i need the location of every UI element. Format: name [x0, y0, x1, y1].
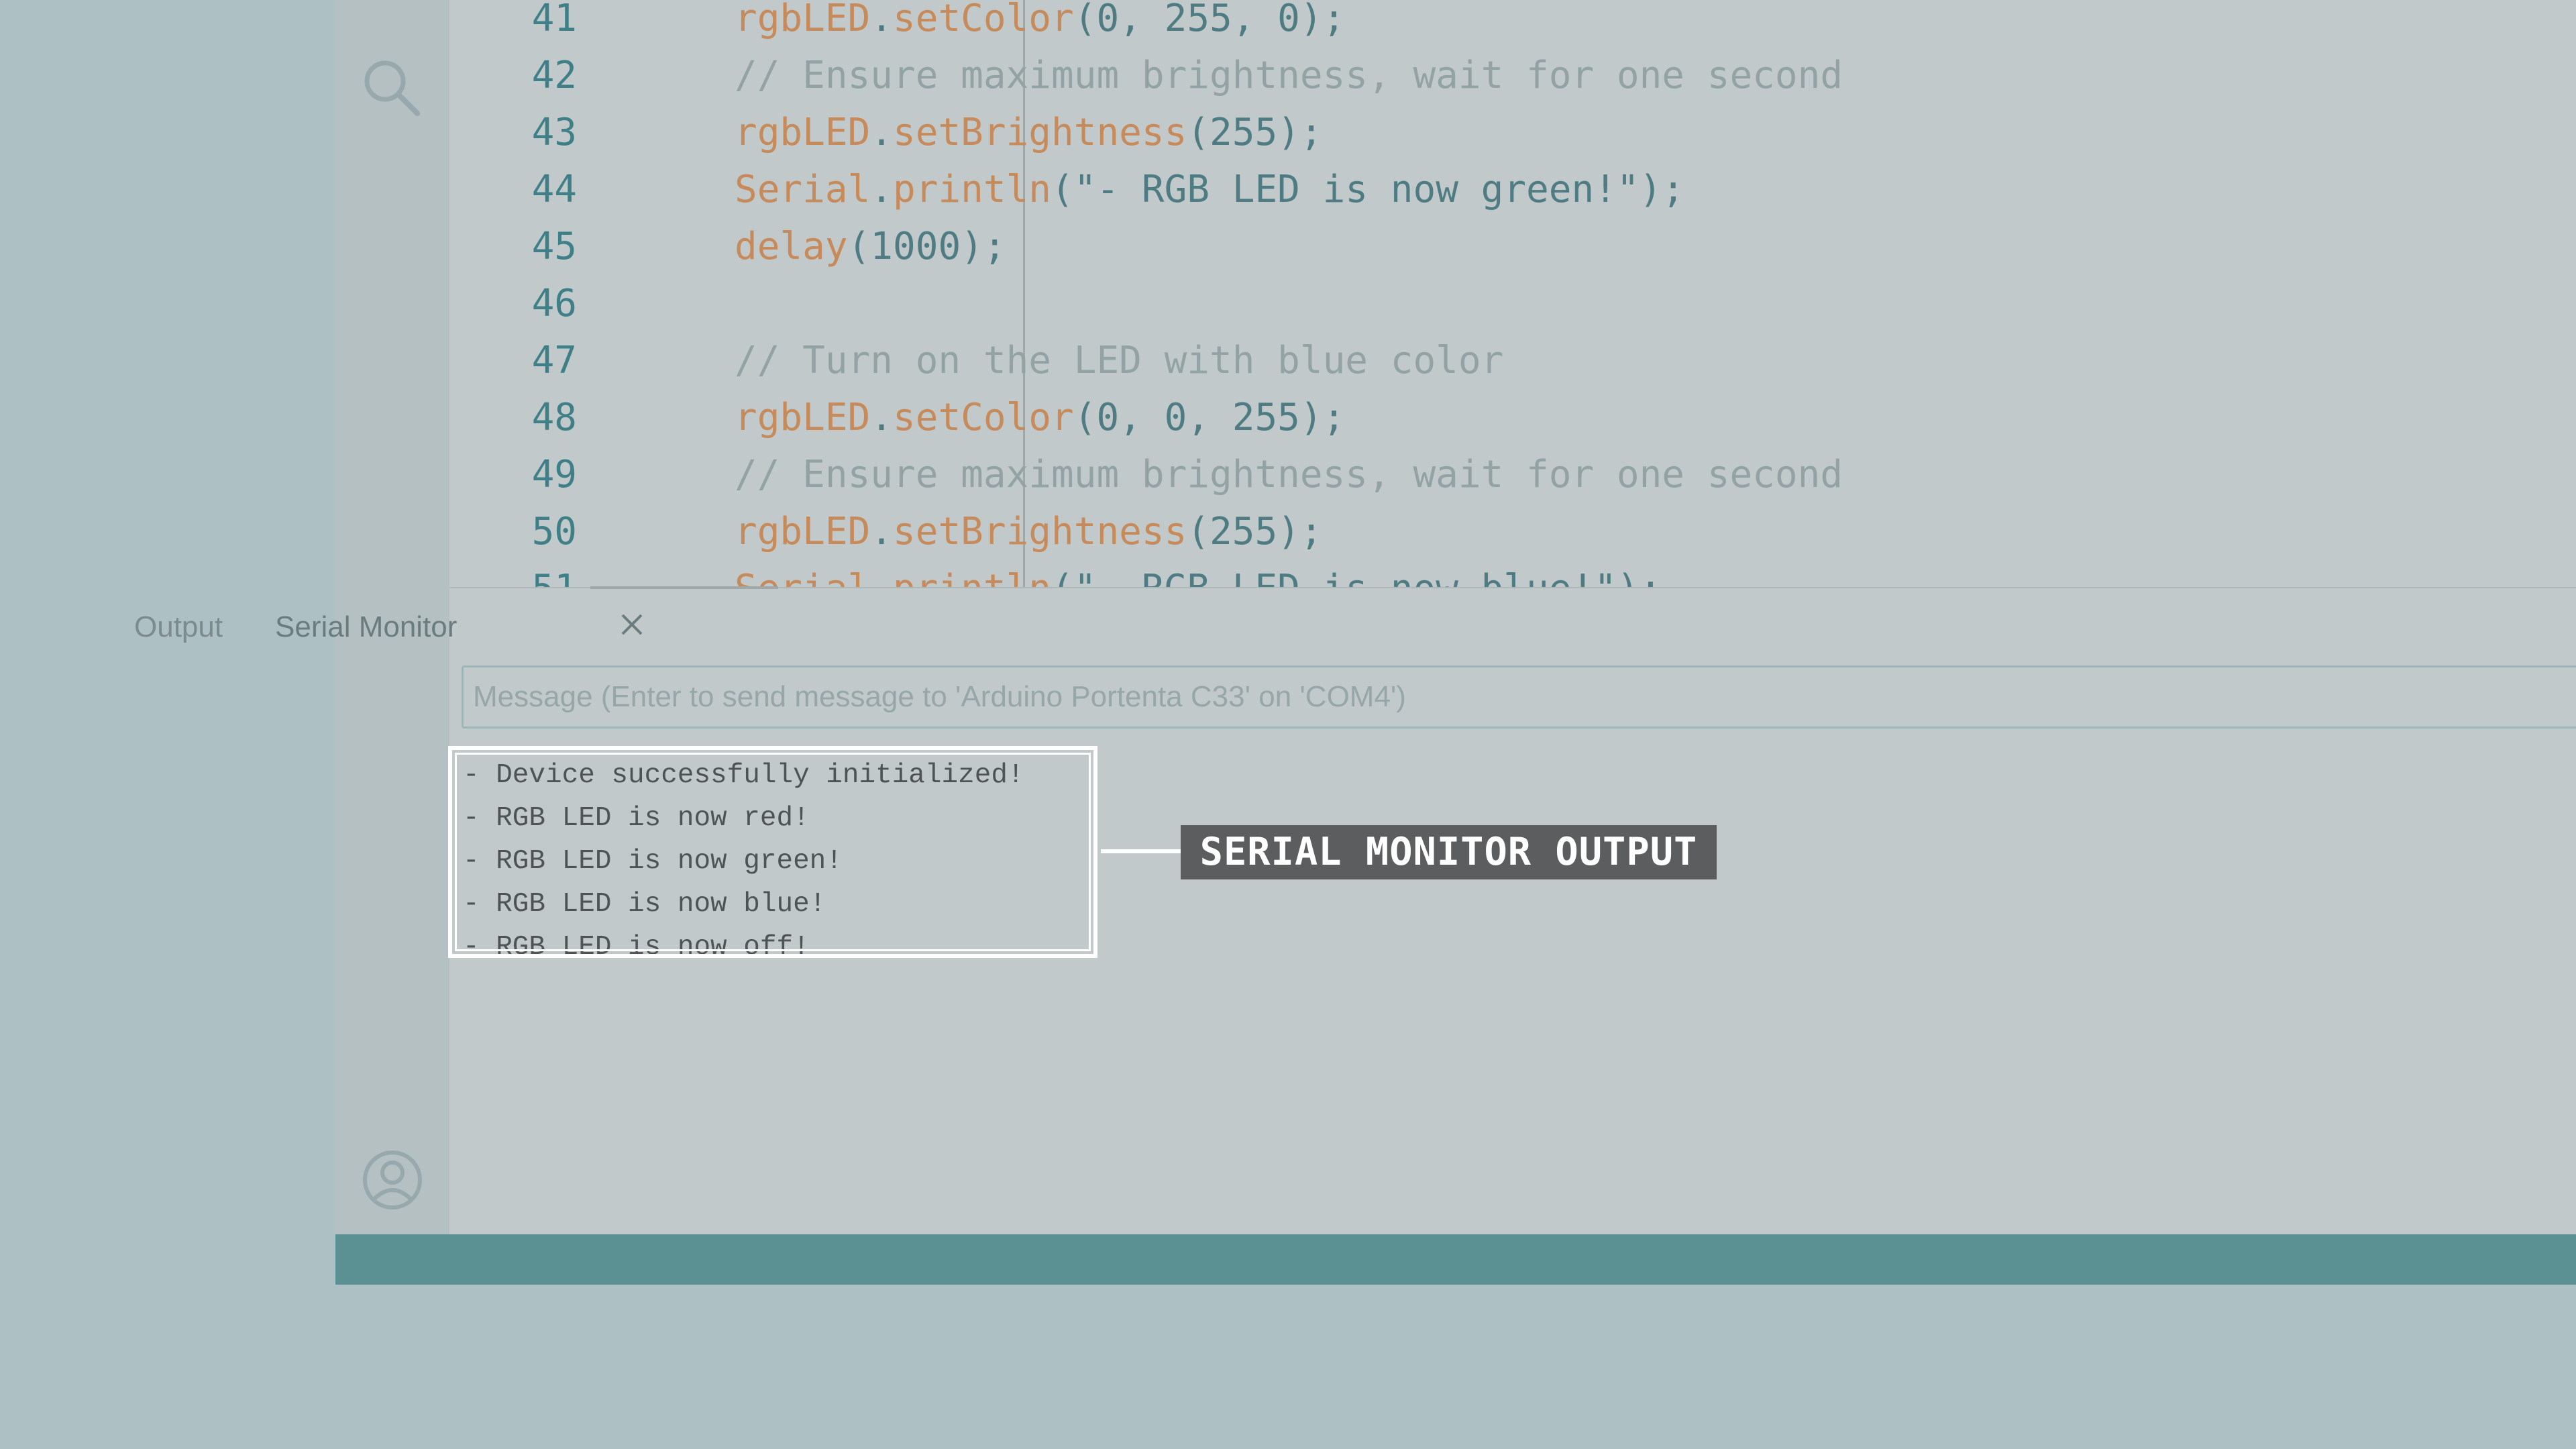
code-token: ); — [1639, 168, 1685, 211]
line-number: 51 — [449, 560, 577, 587]
code-token: ( — [1187, 510, 1210, 553]
code-editor[interactable]: 41 rgbLED.setColor(0, 255, 0); 42// Ensure… — [449, 0, 2576, 587]
code-token: . — [870, 111, 894, 154]
code-text: rgbLED.setColor(0, 255, 0); — [735, 0, 1345, 47]
serial-message-input[interactable] — [462, 665, 2576, 729]
line-number: 41 — [531, 0, 577, 40]
code-token: 255 — [1210, 111, 1278, 154]
line-number: 42 — [531, 54, 577, 97]
code-token: 0, 0, 255 — [1096, 396, 1300, 439]
code-text: rgbLED.setBrightness(255); — [735, 503, 1323, 560]
tab-serial-monitor[interactable]: Serial Monitor — [275, 607, 457, 647]
code-token: delay — [735, 225, 848, 268]
code-token: . — [870, 567, 893, 587]
search-icon[interactable] — [361, 57, 423, 122]
line-number: 44 — [531, 168, 577, 211]
code-token: ); — [1299, 396, 1346, 439]
serial-output-line: - RGB LED is now red! — [463, 803, 810, 834]
code-token: "- RGB LED is now blue!" — [1074, 567, 1617, 587]
code-token: rgbLED — [735, 396, 871, 439]
close-icon[interactable] — [617, 610, 647, 650]
account-icon[interactable] — [361, 1148, 424, 1215]
callout-connector — [1101, 849, 1181, 853]
panel-resize-indicator — [590, 586, 778, 589]
code-line[interactable]: 45 delay(1000); — [449, 218, 2576, 275]
line-number: 46 — [531, 282, 577, 325]
code-token: Serial — [735, 567, 870, 587]
code-token: ( — [1051, 567, 1074, 587]
code-token: 1000 — [870, 225, 961, 268]
code-token: ( — [847, 225, 871, 268]
code-line[interactable]: 41 rgbLED.setColor(0, 255, 0); — [449, 0, 2576, 47]
ide-window: 41 rgbLED.setColor(0, 255, 0); 42// Ensure… — [335, 0, 2576, 1285]
code-token: ( — [1187, 111, 1210, 154]
code-text: // Ensure maximum brightness, wait for o… — [735, 446, 1843, 503]
code-text: rgbLED.setBrightness(255); — [735, 104, 1323, 161]
code-line[interactable]: 49 // Ensure maximum brightness, wait for… — [449, 446, 2576, 503]
code-token: rgbLED — [735, 111, 871, 154]
code-text: delay(1000); — [735, 218, 1006, 275]
code-token: ); — [1299, 0, 1346, 40]
code-line[interactable]: 50 rgbLED.setBrightness(255); — [449, 503, 2576, 560]
line-number: 49 — [531, 453, 577, 496]
code-line[interactable]: 43 rgbLED.setBrightness(255); — [449, 104, 2576, 161]
code-token: // Ensure maximum brightness, wait for o… — [735, 54, 1843, 97]
code-token: . — [870, 168, 894, 211]
line-number: 50 — [531, 510, 577, 553]
code-line[interactable]: 48 rgbLED.setColor(0, 0, 255); — [449, 389, 2576, 446]
status-bar — [335, 1234, 2576, 1285]
code-token: . — [870, 510, 894, 553]
line-number: 45 — [531, 225, 577, 268]
code-line[interactable]: 42 // Ensure maximum brightness, wait for… — [449, 47, 2576, 104]
code-token: ); — [1617, 567, 1662, 587]
code-text: Serial.println("- RGB LED is now green!"… — [735, 161, 1684, 218]
serial-output-line: - Device successfully initialized! — [463, 760, 1024, 791]
code-token: ( — [1051, 168, 1074, 211]
code-token: "- RGB LED is now green!" — [1073, 168, 1640, 211]
line-number: 48 — [531, 396, 577, 439]
code-token: println — [893, 567, 1051, 587]
callout-label: SERIAL MONITOR OUTPUT — [1181, 825, 1717, 879]
code-text: Serial.println("- RGB LED is now blue!")… — [735, 560, 1662, 587]
serial-output-line: - RGB LED is now green! — [463, 846, 843, 877]
code-token: 0, 255, 0 — [1096, 0, 1300, 40]
line-number: 43 — [531, 111, 577, 154]
code-token: setColor — [893, 396, 1074, 439]
line-number: 47 — [531, 339, 577, 382]
code-line[interactable]: 46 — [449, 275, 2576, 332]
code-token: setBrightness — [893, 510, 1187, 553]
code-token: println — [893, 168, 1052, 211]
code-token: 255 — [1210, 510, 1278, 553]
code-token: // Turn on the LED with blue color — [735, 339, 1504, 382]
code-token: ( — [1073, 0, 1097, 40]
tab-output[interactable]: Output — [134, 607, 223, 647]
code-token: rgbLED — [735, 510, 871, 553]
code-token: setColor — [893, 0, 1074, 40]
code-token: . — [870, 396, 894, 439]
code-line[interactable]: 44 Serial.println("- RGB LED is now green… — [449, 161, 2576, 218]
code-line[interactable]: 51 Serial.println("- RGB LED is now blue!… — [449, 560, 2576, 587]
code-token: . — [870, 0, 894, 40]
code-token: rgbLED — [735, 0, 871, 40]
code-line[interactable]: 47 // Turn on the LED with blue color — [449, 332, 2576, 389]
code-text: rgbLED.setColor(0, 0, 255); — [735, 389, 1345, 446]
code-token: ( — [1073, 396, 1097, 439]
code-token: // Ensure maximum brightness, wait for o… — [735, 453, 1843, 496]
code-token: ); — [961, 225, 1006, 268]
code-token: ); — [1277, 111, 1323, 154]
code-token: setBrightness — [893, 111, 1187, 154]
code-text: // Ensure maximum brightness, wait for o… — [735, 47, 1843, 104]
serial-output-line: - RGB LED is now blue! — [463, 889, 826, 920]
code-token: Serial — [735, 168, 871, 211]
code-token: ); — [1277, 510, 1323, 553]
code-text: // Turn on the LED with blue color — [735, 332, 1503, 389]
serial-monitor-output: - Device successfully initialized! - RGB … — [448, 746, 1097, 958]
serial-output-line: - RGB LED is now off! — [463, 932, 810, 958]
